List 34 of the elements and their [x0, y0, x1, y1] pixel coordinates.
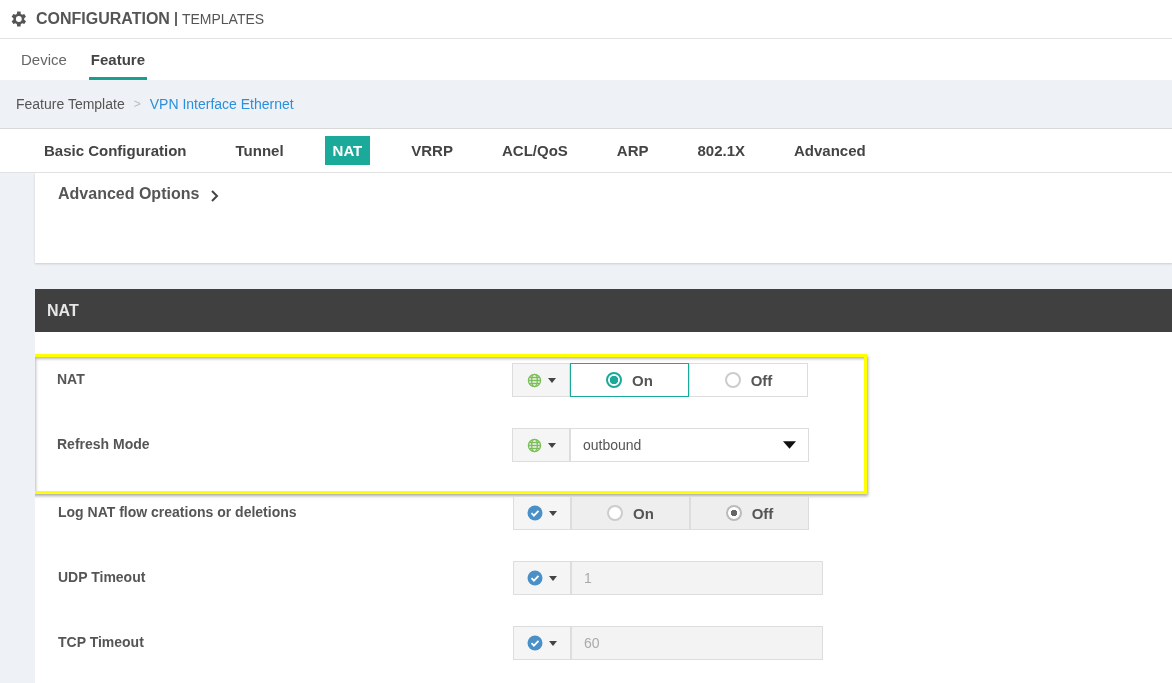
section-tab[interactable]: 802.1X	[689, 136, 754, 165]
field-label: Log NAT flow creations or deletions	[57, 503, 298, 520]
page-subtitle: TEMPLATES	[174, 12, 265, 26]
section-tab[interactable]: ARP	[608, 136, 657, 165]
caret-icon	[783, 441, 796, 449]
section-tab[interactable]: Basic Configuration	[36, 136, 195, 165]
radio-button[interactable]	[724, 372, 741, 388]
radio-option[interactable]: Off	[689, 363, 808, 397]
field-label: UDP Timeout	[57, 568, 147, 585]
section-tab[interactable]: ACL/QoS	[493, 136, 576, 165]
caret-icon	[547, 377, 556, 383]
advanced-options-toggle[interactable]: Advanced Options	[58, 185, 220, 203]
select-field[interactable]: outbound	[570, 428, 809, 462]
caret-icon	[549, 575, 557, 581]
caret-icon	[549, 640, 557, 646]
caret-icon	[549, 510, 557, 516]
field-label: TCP Timeout	[57, 633, 145, 650]
section-tab[interactable]: VRRP	[403, 136, 461, 165]
radio-option[interactable]: On	[570, 363, 689, 397]
scope-dropdown[interactable]	[512, 363, 570, 397]
field-label: NAT	[56, 370, 86, 387]
section-tab[interactable]: Advanced	[786, 136, 874, 165]
caret-icon	[547, 442, 556, 448]
section-title: NAT	[47, 301, 79, 320]
radio-button[interactable]	[606, 372, 623, 388]
field-label: Refresh Mode	[56, 435, 151, 452]
scope-dropdown[interactable]	[512, 428, 570, 462]
tab[interactable]: Feature	[88, 39, 148, 80]
page-title: CONFIGURATION	[36, 10, 170, 28]
breadcrumb-separator: >	[133, 97, 141, 111]
section-tab[interactable]: Tunnel	[227, 136, 292, 165]
tab[interactable]: Device	[21, 39, 67, 80]
chevron-icon	[209, 189, 220, 202]
breadcrumb-link[interactable]: Feature Template	[16, 96, 125, 112]
